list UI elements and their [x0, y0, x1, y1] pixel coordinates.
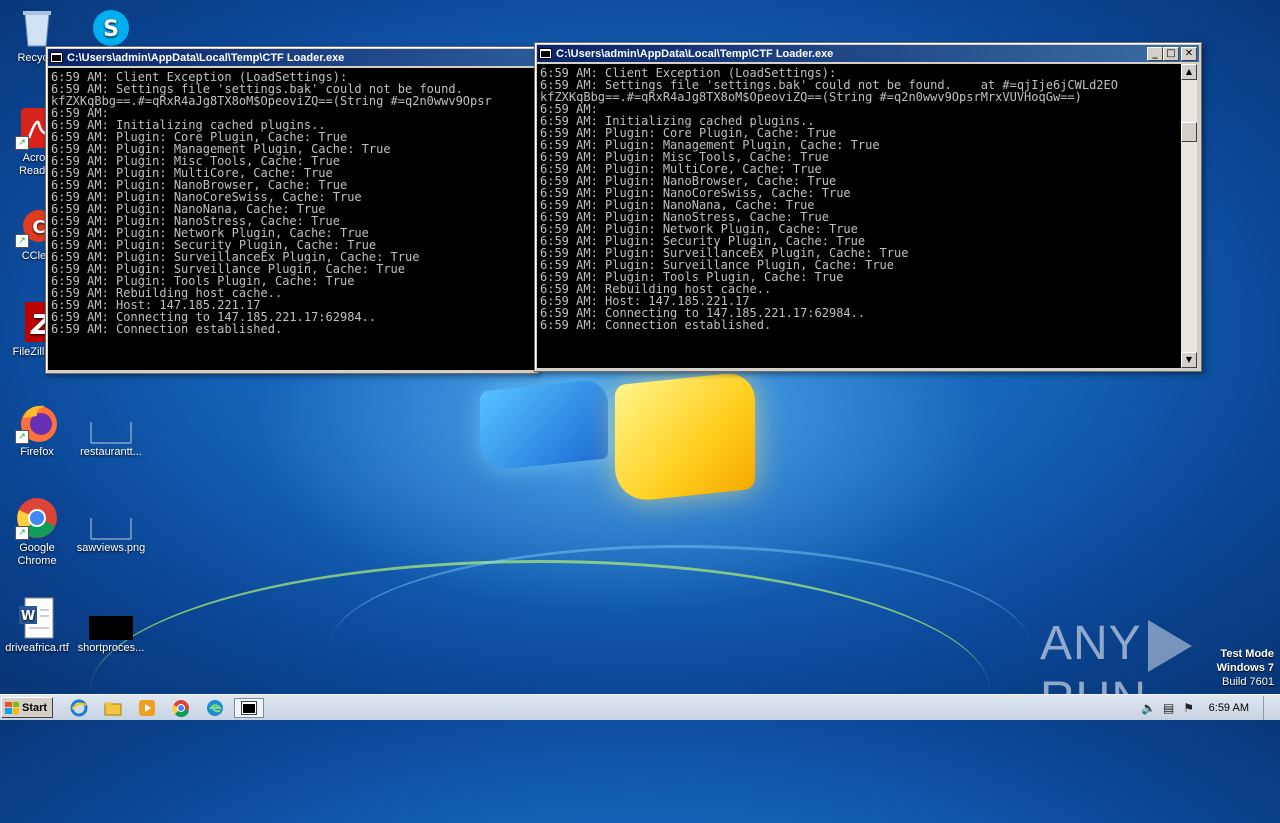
console-window-icon — [241, 701, 257, 715]
scroll-thumb[interactable] — [1181, 122, 1197, 142]
window-titlebar[interactable]: C:\Users\admin\AppData\Local\Temp\CTF Lo… — [537, 45, 1199, 62]
minimize-button[interactable]: _ — [1147, 46, 1163, 61]
flag-icon[interactable]: ⚑ — [1181, 701, 1197, 715]
console-output[interactable]: 6:59 AM: Client Exception (LoadSettings)… — [537, 64, 1181, 368]
console-icon — [50, 52, 63, 63]
console-window-right[interactable]: C:\Users\admin\AppData\Local\Temp\CTF Lo… — [534, 42, 1202, 372]
show-desktop-button[interactable] — [1263, 696, 1274, 720]
firefox-icon: ↗ — [15, 400, 59, 444]
close-button[interactable]: ✕ — [1181, 46, 1197, 61]
test-mode-label: Test Mode Windows 7 Build 7601 — [1216, 648, 1274, 688]
network-icon[interactable]: ▤ — [1161, 701, 1177, 715]
windows-logo-yellow — [615, 370, 755, 504]
recycle-bin-icon — [15, 6, 59, 50]
scroll-down-arrow-icon[interactable]: ▼ — [1181, 352, 1197, 368]
console-window-taskbar-button[interactable] — [234, 698, 264, 718]
clock[interactable]: 6:59 AM — [1209, 702, 1249, 714]
window-title: C:\Users\admin\AppData\Local\Temp\CTF Lo… — [556, 47, 834, 60]
image-file-icon — [89, 496, 133, 540]
console-line: 6:59 AM: Connection established. — [51, 322, 283, 336]
window-titlebar[interactable]: C:\Users\admin\AppData\Local\Temp\CTF Lo… — [48, 49, 536, 66]
start-button[interactable]: Start — [1, 697, 53, 718]
desktop-icon-sawviews[interactable]: sawviews.png — [74, 496, 148, 555]
console-line: kfZXKqBbg==.#=qRxR4aJg8TX8oM$OpeoviZQ==(… — [540, 90, 1082, 104]
desktop-icon-shortprocess[interactable]: shortproces... — [74, 596, 148, 655]
system-tray: 🔈 ▤ ⚑ 6:59 AM — [1141, 695, 1280, 721]
console-icon — [539, 48, 552, 59]
maximize-button[interactable]: □ — [1163, 46, 1179, 61]
edge-icon[interactable] — [202, 698, 228, 718]
word-document-icon: W — [15, 596, 59, 640]
svg-text:S: S — [103, 17, 119, 42]
media-player-icon[interactable] — [134, 698, 160, 718]
chrome-icon[interactable] — [168, 698, 194, 718]
windows-logo-blue — [480, 378, 608, 472]
explorer-icon[interactable] — [100, 698, 126, 718]
speaker-icon[interactable]: 🔈 — [1141, 701, 1157, 715]
desktop-icon-driveafrica[interactable]: W driveafrica.rtf — [0, 596, 74, 655]
console-line: 6:59 AM: Connection established. — [540, 318, 772, 332]
skype-icon: S — [89, 6, 133, 50]
console-output[interactable]: 6:59 AM: Client Exception (LoadSettings)… — [48, 68, 534, 370]
file-icon — [89, 400, 133, 444]
black-thumbnail-icon — [89, 596, 133, 640]
ie-icon[interactable] — [66, 698, 92, 718]
taskbar: Start 🔈 ▤ ⚑ 6:59 AM — [0, 694, 1280, 720]
scroll-up-arrow-icon[interactable]: ▲ — [1181, 64, 1197, 80]
desktop-icon-restaurant-file[interactable]: restaurantt... — [74, 400, 148, 459]
svg-text:C: C — [32, 217, 45, 238]
window-title: C:\Users\admin\AppData\Local\Temp\CTF Lo… — [67, 51, 345, 64]
desktop-icon-firefox[interactable]: ↗ Firefox — [0, 400, 74, 459]
desktop-icon-chrome[interactable]: ↗ Google Chrome — [0, 496, 74, 568]
play-triangle-icon — [1147, 620, 1192, 673]
console-line: kfZXKqBbg==.#=qRxR4aJg8TX8oM$OpeoviZQ==(… — [51, 94, 492, 108]
chrome-icon: ↗ — [15, 496, 59, 540]
console-window-left[interactable]: C:\Users\admin\AppData\Local\Temp\CTF Lo… — [45, 46, 539, 374]
windows-flag-icon — [5, 701, 19, 714]
svg-text:W: W — [21, 609, 35, 624]
vertical-scrollbar[interactable]: ▲ ▼ — [1181, 64, 1197, 368]
